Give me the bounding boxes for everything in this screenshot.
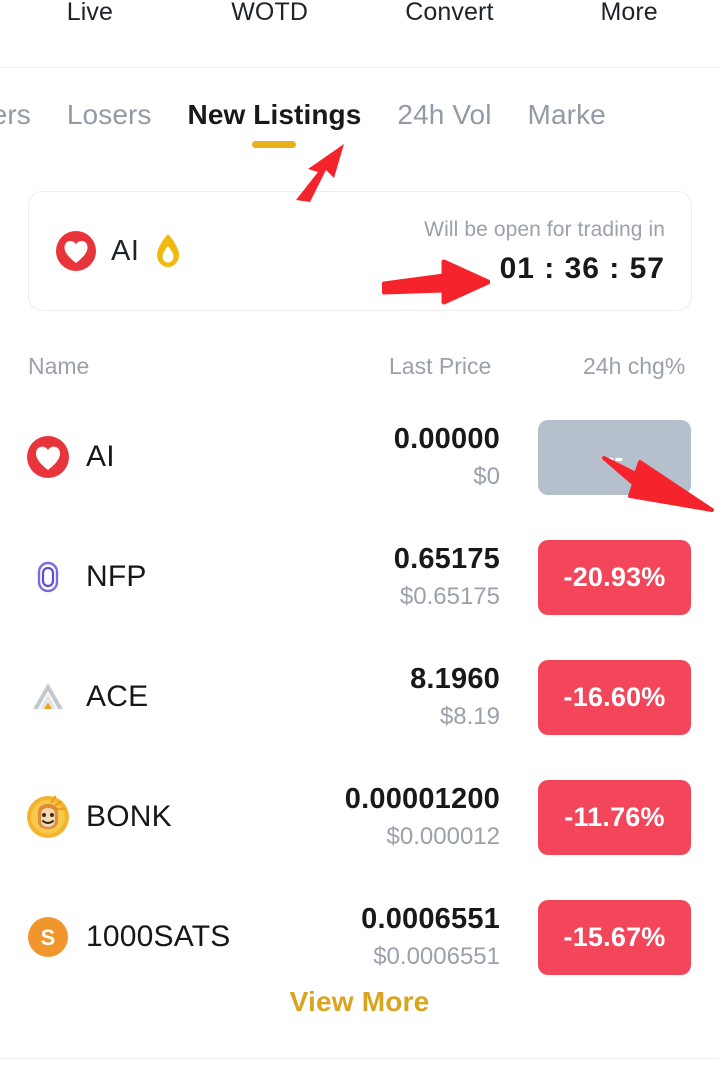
tab-label: Losers [66, 99, 152, 130]
row-price: 0.00001200 $0.000012 [230, 783, 500, 851]
tab-market-cap[interactable]: Marke [510, 97, 624, 132]
bottom-divider [0, 1058, 719, 1059]
svg-text:S: S [41, 925, 56, 950]
table-row[interactable]: ACE 8.1960 $8.19 -16.60% [0, 637, 719, 757]
row-price-value: 0.00000 [393, 423, 500, 456]
ai-heart-icon [26, 435, 70, 479]
column-header-24h-change[interactable]: 24h chg% [583, 353, 685, 380]
row-token: ACE [26, 675, 148, 719]
column-header-last-price[interactable]: Last Price [389, 353, 491, 380]
banner-countdown: Will be open for trading in 01 : 36 : 57 [424, 216, 669, 285]
tab-label: Marke [527, 99, 606, 130]
tab-gainers[interactable]: ainers [0, 97, 49, 132]
row-token: AI [26, 435, 115, 479]
row-symbol: ACE [86, 680, 149, 713]
row-token: NFP [26, 555, 147, 599]
status-badge: -20.93% [538, 539, 691, 615]
tab-label: ainers [0, 99, 31, 130]
row-price: 8.1960 $8.19 [230, 663, 500, 731]
banner-note: Will be open for trading in [424, 218, 665, 242]
topnav-item-convert[interactable]: Convert [360, 0, 540, 25]
ace-icon [26, 675, 70, 719]
status-badge: -15.67% [538, 899, 691, 975]
table-row[interactable]: BONK 0.00001200 $0.000012 -11.76% [0, 757, 719, 877]
status-badge: -- [538, 419, 691, 495]
row-price-usd: $0.000012 [386, 823, 500, 851]
row-price-usd: $8.19 [439, 703, 500, 731]
row-price-value: 0.0006551 [361, 903, 500, 936]
countdown-timer: 01 : 36 : 57 [499, 251, 665, 285]
tab-losers[interactable]: Losers [49, 97, 170, 132]
market-list: AI 0.00000 $0 -- NFP 0.65175 $0.65175 -2… [0, 397, 719, 997]
banner-symbol: AI [111, 234, 140, 267]
ai-heart-icon [55, 230, 97, 272]
view-more-button[interactable]: View More [0, 986, 719, 1018]
topnav-item-wotd[interactable]: WOTD [180, 0, 360, 25]
top-navigation-bar: Live WOTD Convert More [0, 0, 719, 68]
row-price-usd: $0 [473, 463, 500, 491]
row-symbol: AI [86, 440, 115, 473]
row-price: 0.0006551 $0.0006551 [230, 903, 500, 971]
sats-icon: S [26, 915, 70, 959]
upcoming-listing-banner[interactable]: AI Will be open for trading in 01 : 36 :… [28, 191, 692, 311]
column-header-name[interactable]: Name [28, 353, 89, 380]
row-symbol: NFP [86, 560, 147, 593]
category-tabs: ainers Losers New Listings 24h Vol Marke [0, 69, 719, 169]
flame-icon [153, 233, 183, 269]
banner-token: AI [55, 230, 183, 272]
row-symbol: 1000SATS [86, 920, 231, 953]
tab-label: New Listings [187, 99, 362, 130]
tab-new-listings[interactable]: New Listings [170, 97, 380, 148]
row-price: 0.00000 $0 [230, 423, 500, 491]
table-header: Name Last Price 24h chg% [0, 345, 719, 387]
row-price-usd: $0.65175 [399, 583, 500, 611]
status-badge: -11.76% [538, 779, 691, 855]
active-tab-indicator [252, 141, 297, 148]
row-token: BONK [26, 795, 172, 839]
row-price-usd: $0.0006551 [373, 943, 500, 971]
bonk-icon [26, 795, 70, 839]
nfp-icon [26, 555, 70, 599]
table-row[interactable]: AI 0.00000 $0 -- [0, 397, 719, 517]
tab-label: 24h Vol [397, 99, 492, 130]
row-symbol: BONK [86, 800, 172, 833]
table-row[interactable]: NFP 0.65175 $0.65175 -20.93% [0, 517, 719, 637]
tab-24h-vol[interactable]: 24h Vol [379, 97, 509, 132]
row-price-value: 8.1960 [410, 663, 500, 696]
market-listings-screen: Live WOTD Convert More ainers Losers New… [0, 0, 719, 1091]
topnav-item-live[interactable]: Live [0, 0, 180, 25]
row-token: S 1000SATS [26, 915, 230, 959]
row-price: 0.65175 $0.65175 [230, 543, 500, 611]
status-badge: -16.60% [538, 659, 691, 735]
row-price-value: 0.00001200 [344, 783, 500, 816]
topnav-item-more[interactable]: More [539, 0, 719, 25]
table-row[interactable]: S 1000SATS 0.0006551 $0.0006551 -15.67% [0, 877, 719, 997]
row-price-value: 0.65175 [393, 543, 500, 576]
